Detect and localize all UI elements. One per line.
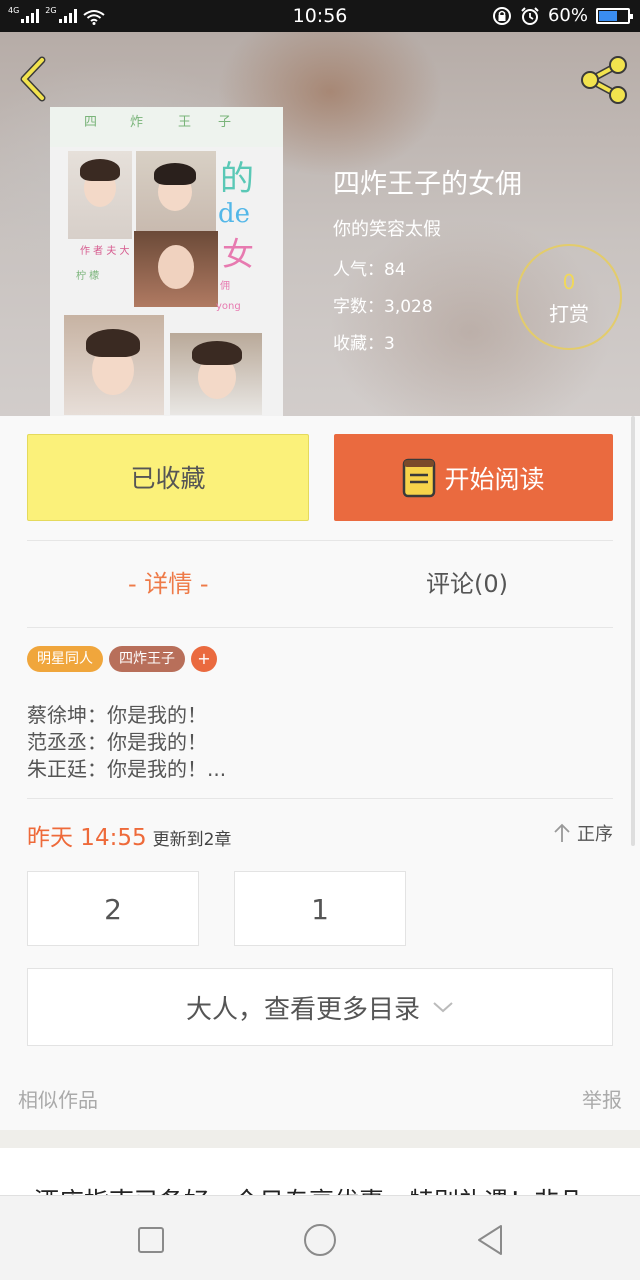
book-word-count: 字数：3,028: [333, 297, 433, 317]
start-reading-label: 开始阅读: [444, 464, 545, 494]
chevron-down-icon: [433, 1002, 453, 1013]
book-icon: [403, 458, 436, 497]
status-bar: 4G 2G 10:56 60%: [0, 0, 640, 32]
tag-chip[interactable]: 四炸王子: [109, 646, 185, 672]
ad-banner[interactable]: 酒店指南已备好，今日专享优惠，特别礼遇！非凡: [0, 1148, 640, 1195]
scrollbar[interactable]: [631, 416, 635, 846]
tag-chip[interactable]: 明星同人: [27, 646, 103, 672]
reward-label: 打赏: [549, 302, 589, 326]
ad-text: 酒店指南已备好，今日专享优惠，特别礼遇！非凡: [34, 1182, 584, 1195]
book-cover[interactable]: 四 炸 王 子 的 de 女 作 者 夫 大 柠 檬 佣 yong: [50, 107, 283, 416]
book-info: 四炸王子的女佣 你的笑容太假 人气：84 字数：3,028 收藏：3: [333, 162, 522, 366]
start-reading-button[interactable]: 开始阅读: [334, 434, 613, 521]
favorited-button[interactable]: 已收藏: [27, 434, 309, 521]
section-divider: [0, 1130, 640, 1148]
book-header: 四 炸 王 子 的 de 女 作 者 夫 大 柠 檬 佣 yong 四炸王子的女…: [0, 32, 640, 416]
share-icon[interactable]: [578, 54, 630, 106]
divider: [27, 540, 613, 541]
tab-detail[interactable]: - 详情 -: [128, 564, 209, 599]
description-line: 朱正廷：你是我的！...: [27, 757, 227, 781]
add-tag-button[interactable]: +: [191, 646, 217, 672]
update-info: 昨天 14:55 更新到2章: [27, 818, 231, 852]
similar-works-heading: 相似作品: [18, 1088, 98, 1112]
chapter-button[interactable]: 1: [234, 871, 406, 946]
tab-comments[interactable]: 评论(0): [426, 564, 508, 599]
book-favorites: 收藏：3: [333, 334, 395, 354]
book-detail-content: 已收藏 开始阅读 - 详情 - 评论(0) 明星同人 四炸王子 + 蔡徐坤：你是…: [0, 416, 640, 1130]
divider: [27, 627, 613, 628]
more-catalog-button[interactable]: 大人，查看更多目录: [27, 968, 613, 1046]
reward-count: 0: [562, 270, 576, 294]
battery-icon: [596, 7, 633, 24]
description-line: 蔡徐坤：你是我的！: [27, 703, 207, 727]
tag-list: 明星同人 四炸王子 +: [27, 646, 217, 672]
book-description[interactable]: 蔡徐坤：你是我的！ 范丞丞：你是我的！ 朱正廷：你是我的！...: [27, 702, 226, 783]
chapter-button[interactable]: 2: [27, 871, 199, 946]
book-title: 四炸王子的女佣: [333, 169, 522, 200]
report-link[interactable]: 举报: [582, 1084, 622, 1113]
lock-rotation-icon: [492, 6, 511, 25]
recent-apps-icon[interactable]: [131, 1220, 171, 1260]
more-catalog-label: 大人，查看更多目录: [185, 994, 420, 1025]
reward-button[interactable]: 0 打赏: [516, 244, 622, 350]
book-popularity: 人气：84: [333, 260, 406, 280]
nav-back-icon[interactable]: [471, 1220, 511, 1260]
book-author[interactable]: 你的笑容太假: [333, 215, 522, 241]
sort-order-button[interactable]: 正序: [553, 820, 613, 846]
home-icon[interactable]: [300, 1220, 340, 1260]
arrow-up-icon: [554, 823, 570, 842]
cover-title-art: 的: [220, 159, 254, 199]
system-indicators: 60%: [492, 5, 633, 26]
update-time: 昨天 14:55: [27, 825, 147, 851]
alarm-icon: [521, 6, 539, 25]
cover-header-art: 四 炸 王 子: [50, 107, 283, 147]
sort-order-label: 正序: [577, 824, 613, 845]
system-nav-bar: [0, 1195, 640, 1280]
battery-percent: 60%: [547, 5, 588, 26]
description-line: 范丞丞：你是我的！: [27, 730, 207, 754]
divider: [27, 798, 613, 799]
back-icon[interactable]: [14, 54, 54, 104]
update-text: 更新到2章: [152, 830, 232, 850]
